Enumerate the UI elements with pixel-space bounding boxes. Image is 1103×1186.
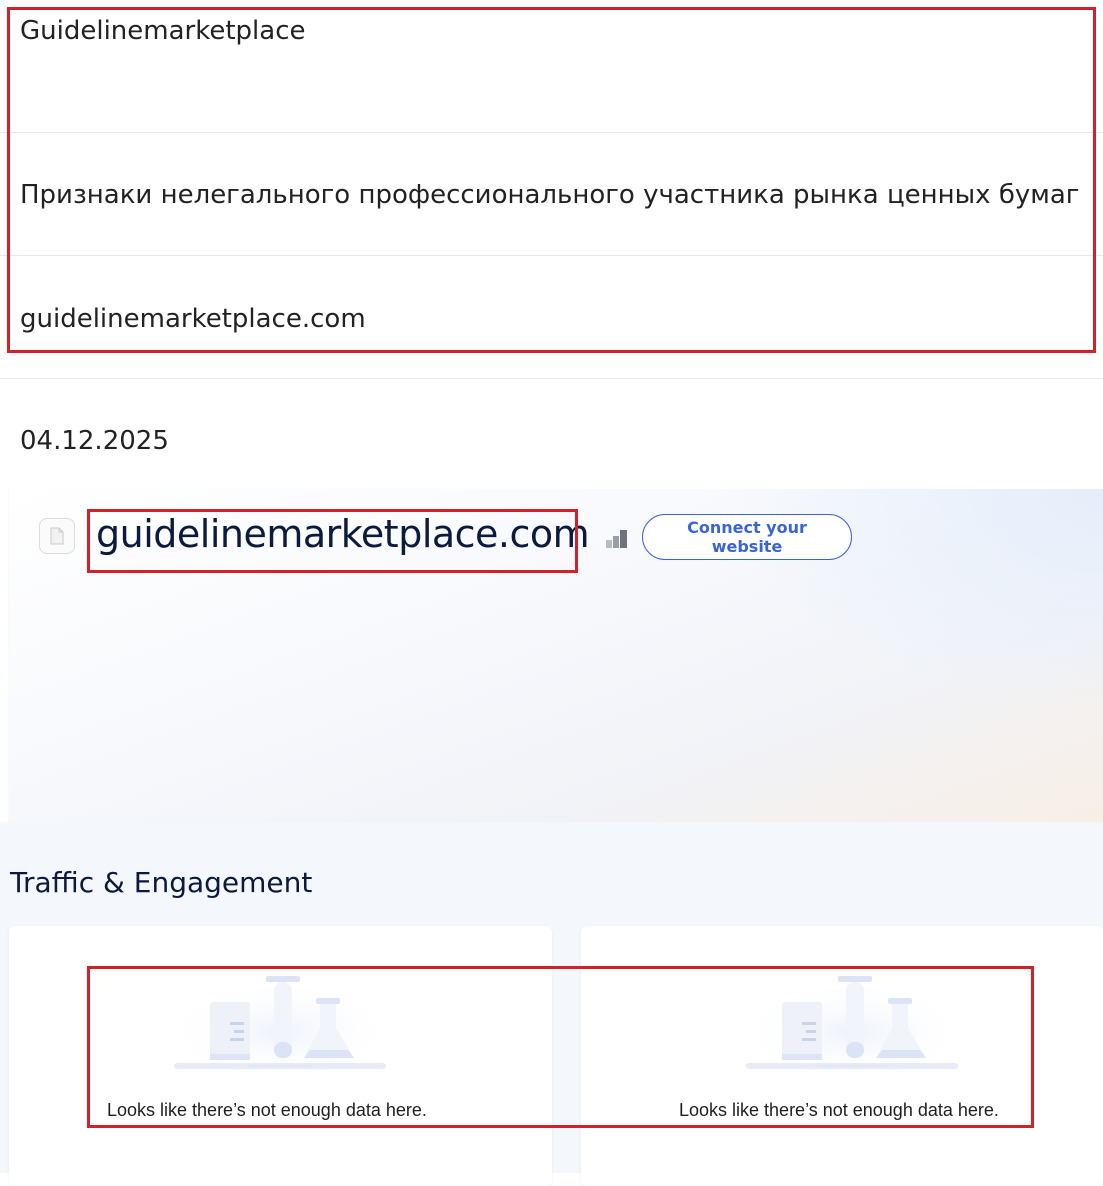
connect-label-line1: Connect your (687, 518, 807, 537)
highlight-box (87, 966, 1034, 1128)
highlight-box (7, 7, 1096, 353)
date-row: 04.12.2025 (20, 426, 169, 456)
divider (0, 378, 1103, 379)
connect-label-line2: website (711, 537, 783, 556)
section-title: Traffic & Engagement (10, 866, 313, 899)
bar-chart-icon (606, 530, 627, 548)
document-icon (39, 518, 75, 554)
connect-website-button[interactable]: Connect your website (642, 514, 852, 560)
highlight-box (87, 509, 578, 573)
